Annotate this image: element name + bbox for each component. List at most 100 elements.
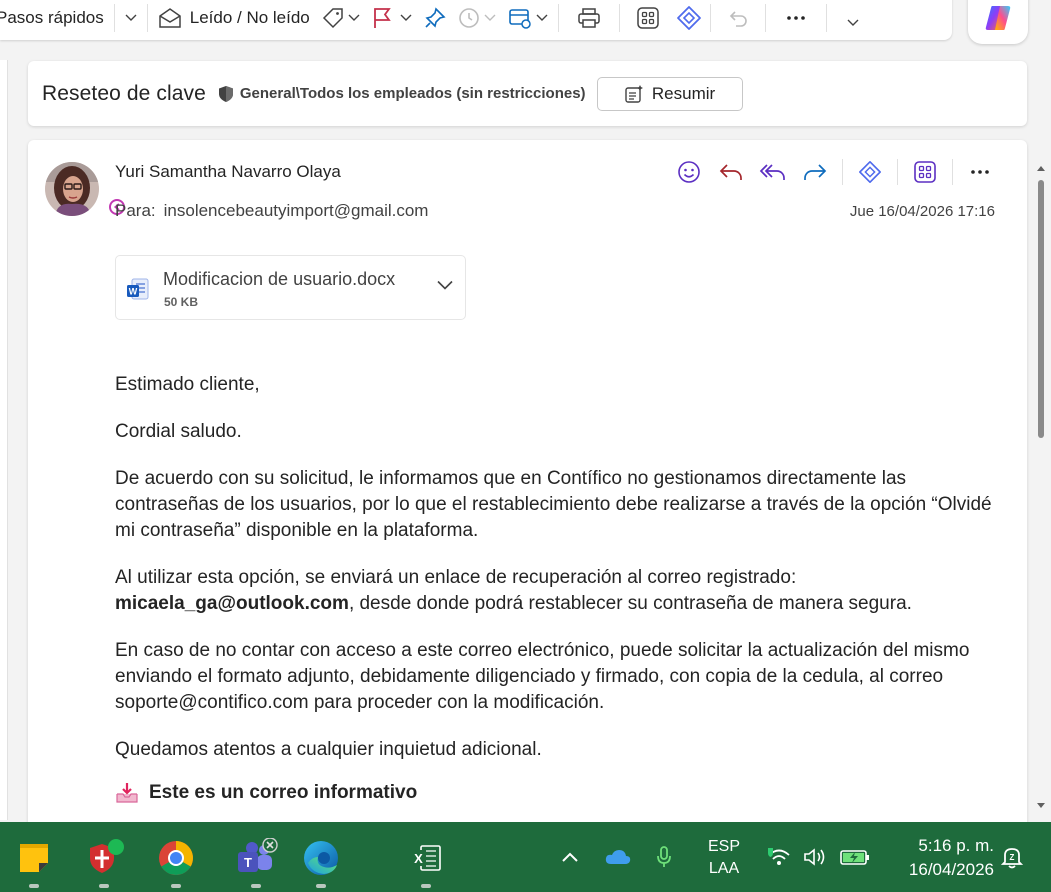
message-body: Estimado cliente, Cordial saludo. De acu… bbox=[115, 372, 995, 806]
running-indicator bbox=[421, 884, 431, 888]
pin-icon bbox=[425, 7, 446, 28]
message-pane: Yuri Samantha Navarro Olaya Para: insolen… bbox=[28, 140, 1027, 830]
taskbar-teams[interactable]: T bbox=[234, 836, 278, 888]
more-icon bbox=[971, 170, 989, 174]
envelope-open-icon bbox=[158, 8, 181, 28]
react-button[interactable] bbox=[668, 157, 710, 187]
copilot-button[interactable] bbox=[968, 0, 1028, 44]
svg-text:Z: Z bbox=[1010, 853, 1015, 862]
apps-icon bbox=[637, 7, 659, 29]
body-salutation: Cordial saludo. bbox=[115, 421, 242, 442]
actions-divider bbox=[897, 159, 898, 185]
rules-button[interactable] bbox=[502, 0, 554, 36]
categorize-button[interactable] bbox=[316, 0, 366, 36]
chevron-down-icon bbox=[847, 19, 859, 26]
taskbar-security-app[interactable] bbox=[82, 836, 126, 888]
snooze-button[interactable] bbox=[452, 0, 502, 36]
forward-icon bbox=[804, 164, 827, 180]
language-indicator[interactable]: ESP LAA bbox=[700, 836, 748, 880]
reply-button[interactable] bbox=[710, 157, 752, 187]
loop-button[interactable] bbox=[849, 157, 891, 187]
security-shield-icon bbox=[90, 839, 124, 873]
reply-all-button[interactable] bbox=[752, 157, 794, 187]
battery-charging-icon bbox=[840, 850, 869, 865]
chrome-icon bbox=[159, 841, 193, 875]
body-greeting: Estimado cliente, bbox=[115, 374, 260, 395]
more-options-button[interactable] bbox=[770, 0, 822, 36]
loop-button[interactable] bbox=[672, 0, 706, 36]
toolbar-divider bbox=[618, 4, 620, 32]
sender-name[interactable]: Yuri Samantha Navarro Olaya bbox=[115, 162, 341, 182]
clock-time: 5:16 p. m. bbox=[918, 836, 994, 855]
avatar[interactable] bbox=[45, 162, 99, 216]
body-paragraph: En caso de no contar con acceso a este c… bbox=[115, 640, 970, 713]
message-date: Jue 16/04/2026 17:16 bbox=[849, 203, 995, 220]
attachment-card[interactable]: W Modificacion de usuario.docx 50 KB bbox=[115, 255, 466, 320]
undo-button[interactable] bbox=[715, 0, 761, 36]
keyboard-layout: LAA bbox=[708, 860, 740, 877]
download-icon bbox=[116, 783, 138, 803]
excel-icon: X bbox=[411, 845, 441, 871]
tray-volume[interactable] bbox=[802, 822, 830, 892]
windows-taskbar: T X ESP LAA 5:16 p. m. 16/04/2026 Z bbox=[0, 822, 1051, 892]
taskbar-sticky-notes[interactable] bbox=[12, 836, 56, 888]
flag-button[interactable] bbox=[366, 0, 418, 36]
sensitivity-label[interactable]: General\Todos los empleados (sin restric… bbox=[240, 85, 586, 102]
reply-icon bbox=[719, 164, 742, 180]
more-actions-button[interactable] bbox=[959, 157, 1001, 187]
microphone-icon bbox=[657, 846, 671, 867]
scroll-down-icon[interactable] bbox=[1036, 802, 1046, 810]
svg-text:W: W bbox=[129, 287, 138, 297]
subject-title: Reseteo de clave bbox=[42, 81, 206, 105]
chevron-down-icon bbox=[400, 14, 412, 21]
scroll-thumb[interactable] bbox=[1038, 180, 1044, 438]
tray-battery[interactable] bbox=[838, 822, 872, 892]
taskbar-chrome[interactable] bbox=[154, 836, 198, 888]
folder-pane-edge bbox=[0, 60, 8, 820]
clock-icon bbox=[458, 8, 479, 28]
quick-steps-dropdown[interactable] bbox=[119, 0, 143, 36]
read-unread-button[interactable]: Leído / No leído bbox=[152, 0, 316, 36]
sticky-notes-icon bbox=[20, 844, 48, 872]
apps-button[interactable] bbox=[904, 157, 946, 187]
summarize-button[interactable]: Resumir bbox=[596, 76, 743, 111]
vertical-scrollbar[interactable] bbox=[1036, 160, 1046, 820]
tray-microphone[interactable] bbox=[652, 822, 676, 892]
ribbon-expand-button[interactable] bbox=[831, 5, 875, 41]
summarize-icon bbox=[625, 84, 643, 103]
wifi-icon bbox=[768, 848, 790, 865]
taskbar-excel[interactable]: X bbox=[404, 836, 448, 888]
print-button[interactable] bbox=[563, 0, 615, 36]
scroll-up-icon[interactable] bbox=[1036, 164, 1046, 172]
to-label: Para: bbox=[115, 201, 156, 220]
body-closing: Quedamos atentos a cualquier inquietud a… bbox=[115, 739, 542, 760]
volume-icon bbox=[804, 848, 825, 866]
chevron-down-icon[interactable] bbox=[437, 280, 453, 290]
show-hidden-icons[interactable] bbox=[558, 822, 582, 892]
apps-button[interactable] bbox=[624, 0, 672, 36]
attachment-size: 50 KB bbox=[164, 295, 199, 309]
system-clock[interactable]: 5:16 p. m. 16/04/2026 bbox=[888, 834, 994, 882]
ribbon-bar: Pasos rápidos Leído / No leído bbox=[0, 0, 952, 40]
more-icon bbox=[786, 16, 805, 20]
teams-icon: T bbox=[238, 838, 278, 872]
summarize-label: Resumir bbox=[651, 83, 716, 103]
tray-notifications[interactable]: Z bbox=[998, 822, 1026, 892]
body-paragraph: Al utilizar esta opción, se enviará un e… bbox=[115, 565, 995, 617]
toolbar-divider bbox=[113, 4, 115, 32]
tray-onedrive[interactable] bbox=[603, 822, 633, 892]
message-actions bbox=[668, 157, 1001, 187]
tag-icon bbox=[322, 8, 343, 29]
pin-button[interactable] bbox=[418, 0, 452, 36]
quick-steps-button[interactable]: Pasos rápidos bbox=[0, 0, 110, 36]
toolbar-divider bbox=[557, 4, 559, 32]
recipient-address[interactable]: insolencebeautyimport@gmail.com bbox=[164, 201, 429, 220]
taskbar-edge[interactable] bbox=[299, 836, 343, 888]
running-indicator bbox=[99, 884, 109, 888]
forward-button[interactable] bbox=[794, 157, 836, 187]
tray-network[interactable] bbox=[764, 822, 794, 892]
subject-header: Reseteo de clave General\Todos los emple… bbox=[28, 61, 1027, 126]
reply-all-icon bbox=[759, 164, 785, 180]
actions-divider bbox=[952, 159, 953, 185]
info-text: Este es un correo informativo bbox=[149, 782, 418, 803]
